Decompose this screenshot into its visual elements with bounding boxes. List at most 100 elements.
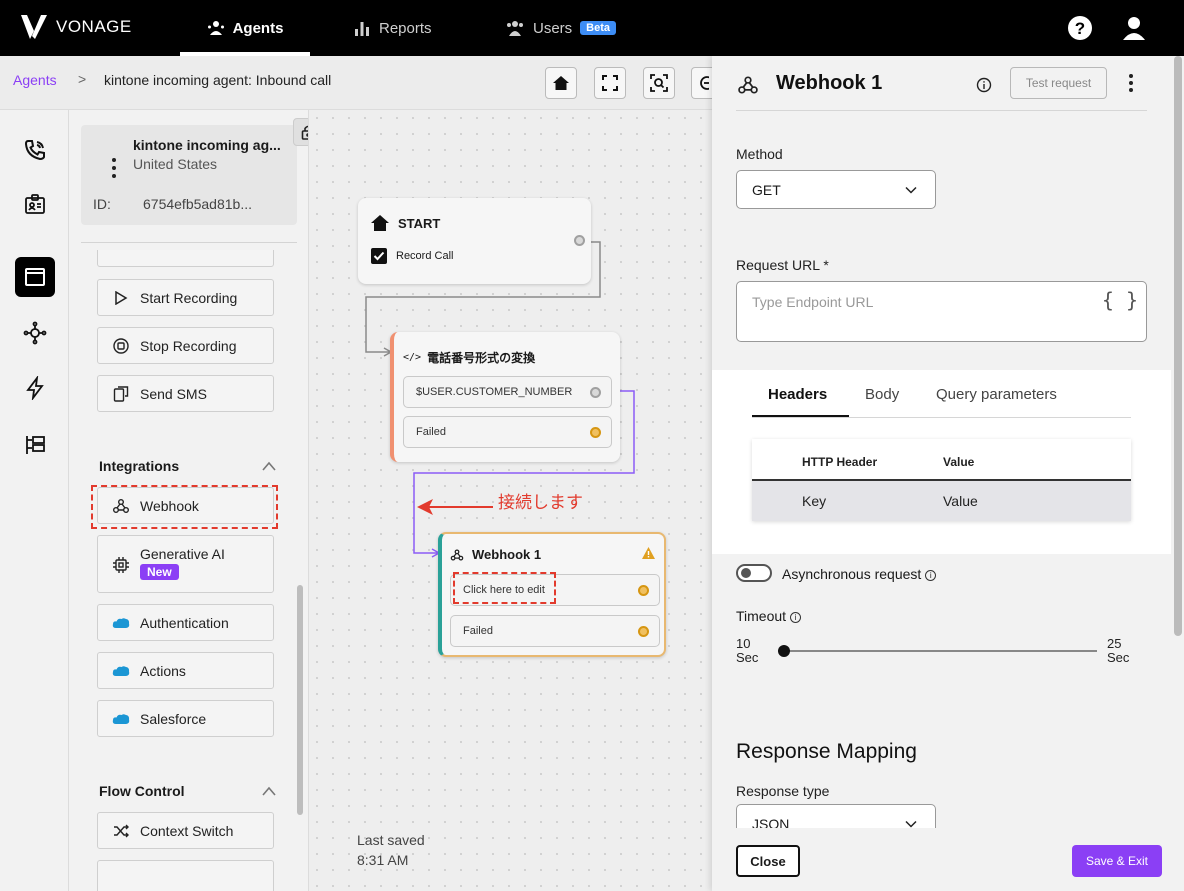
webhook-icon [738, 76, 758, 94]
customer-number-output[interactable]: $USER.CUSTOMER_NUMBER [403, 376, 612, 408]
customer-number-label: $USER.CUSTOMER_NUMBER [416, 386, 573, 398]
async-request-toggle[interactable] [736, 564, 772, 582]
http-header-column: HTTP Header [802, 455, 878, 469]
palette-actions[interactable]: Actions [97, 652, 274, 689]
home-view-button[interactable] [545, 67, 577, 99]
svg-text:?: ? [1075, 19, 1085, 38]
panel-header-divider [736, 110, 1147, 111]
variable-braces-icon[interactable]: { } [1102, 288, 1138, 312]
node-palette: kintone incoming ag... United States ID:… [69, 110, 309, 891]
panel-scrollbar[interactable] [1174, 56, 1182, 636]
stop-circle-icon [112, 337, 130, 355]
info-icon[interactable]: i [790, 611, 802, 623]
breadcrumb-agents-link[interactable]: Agents [13, 72, 57, 88]
start-node-title: START [370, 214, 440, 232]
nav-reports[interactable]: Reports [353, 0, 432, 56]
user-profile-icon[interactable] [1120, 14, 1148, 42]
palette-context-switch[interactable]: Context Switch [97, 812, 274, 849]
lock-button[interactable] [293, 118, 308, 146]
info-icon[interactable]: i [925, 569, 937, 581]
palette-authentication[interactable]: Authentication [97, 604, 274, 641]
nav-users[interactable]: Users Beta [505, 0, 617, 56]
webhook-failed-output[interactable]: Failed [450, 615, 660, 647]
agent-id-label: ID: [93, 196, 111, 212]
panel-title: Webhook 1 [776, 72, 883, 94]
webhook-highlight-annotation [91, 485, 278, 529]
method-value: GET [752, 181, 781, 198]
palette-item-partial[interactable] [97, 250, 274, 267]
agent-menu-icon[interactable] [112, 158, 116, 182]
id-badge-icon[interactable] [20, 190, 50, 220]
convert-failed-port[interactable] [590, 427, 601, 438]
tab-query-parameters[interactable]: Query parameters [936, 386, 1057, 403]
salesforce-label: Salesforce [140, 710, 207, 727]
fullscreen-icon [602, 75, 618, 91]
webhook-success-port[interactable] [638, 585, 649, 596]
record-call-option[interactable]: Record Call [371, 248, 453, 264]
help-icon[interactable]: ? [1066, 14, 1094, 42]
tree-structure-icon[interactable] [20, 430, 50, 460]
method-select[interactable]: GET [736, 170, 936, 209]
webhook-config-panel: Webhook 1 Test request Method GET Reques… [712, 56, 1184, 891]
phone-call-icon[interactable] [20, 135, 50, 165]
tab-headers[interactable]: Headers [768, 386, 827, 403]
new-badge: New [140, 564, 179, 580]
beta-badge: Beta [580, 21, 617, 35]
zoom-out-button[interactable] [691, 67, 712, 99]
header-value-cell[interactable]: Value [943, 493, 978, 509]
test-request-button[interactable]: Test request [1010, 67, 1107, 99]
start-output-port[interactable] [574, 235, 585, 246]
start-node[interactable]: START Record Call [358, 198, 591, 284]
timeout-slider-thumb[interactable] [778, 645, 790, 657]
nav-agents-label: Agents [232, 19, 284, 37]
info-icon[interactable] [976, 77, 992, 93]
salesforce-cloud-icon [112, 710, 130, 728]
zoom-fit-button[interactable] [643, 67, 675, 99]
request-url-input[interactable]: Type Endpoint URL { } [736, 281, 1147, 342]
connect-annotation-text: 接続します [498, 493, 583, 512]
send-sms-label: Send SMS [140, 385, 207, 402]
chevron-up-icon[interactable] [262, 786, 276, 796]
flow-canvas[interactable]: START Record Call </> 電話番号形式の変換 $USER.CU… [309, 110, 712, 891]
convert-failed-output[interactable]: Failed [403, 416, 612, 448]
nav-agents[interactable]: Agents [180, 0, 310, 56]
tab-body[interactable]: Body [865, 386, 899, 403]
palette-generative-ai[interactable]: Generative AI New [97, 535, 274, 593]
palette-start-recording[interactable]: Start Recording [97, 279, 274, 316]
brand-name: VONAGE [56, 17, 132, 36]
zoom-out-icon [700, 76, 709, 90]
top-navigation-bar: VONAGE Agents Reports Users Beta ? [0, 0, 1184, 56]
save-and-exit-button[interactable]: Save & Exit [1072, 845, 1162, 877]
timeout-label: Timeout [736, 608, 787, 624]
fullscreen-button[interactable] [594, 67, 626, 99]
breadcrumb-current: kintone incoming agent: Inbound call [104, 72, 332, 88]
agent-id-value: 6754efb5ad81b... [143, 196, 252, 212]
timeout-slider-track[interactable] [784, 650, 1097, 652]
palette-stop-recording[interactable]: Stop Recording [97, 327, 274, 364]
panel-menu-icon[interactable] [1129, 74, 1133, 92]
last-saved-time: 8:31 AM [357, 852, 409, 868]
agent-name: kintone incoming ag... [133, 137, 281, 153]
customer-number-port[interactable] [590, 387, 601, 398]
lightning-icon[interactable] [20, 373, 50, 403]
authentication-label: Authentication [140, 614, 229, 631]
webhook-failed-port[interactable] [638, 626, 649, 637]
chevron-up-icon[interactable] [262, 461, 276, 471]
palette-salesforce[interactable]: Salesforce [97, 700, 274, 737]
timeout-min-value: 10 [736, 636, 751, 651]
palette-scrollbar[interactable] [297, 585, 303, 815]
close-button[interactable]: Close [736, 845, 800, 877]
method-label: Method [736, 146, 783, 162]
nodes-icon[interactable] [20, 318, 50, 348]
header-key-cell[interactable]: Key [802, 493, 826, 509]
flow-editor-icon[interactable] [15, 257, 55, 297]
convert-failed-label: Failed [416, 426, 446, 438]
async-request-label: Asynchronous request [782, 566, 922, 582]
phone-format-node[interactable]: </> 電話番号形式の変換 $USER.CUSTOMER_NUMBER Fail… [390, 332, 620, 462]
palette-send-sms[interactable]: Send SMS [97, 375, 274, 412]
response-type-label: Response type [736, 783, 830, 799]
lock-icon [301, 125, 308, 140]
vonage-logo[interactable]: VONAGE [20, 14, 132, 40]
palette-item-partial[interactable] [97, 860, 274, 891]
chip-icon [112, 556, 130, 574]
